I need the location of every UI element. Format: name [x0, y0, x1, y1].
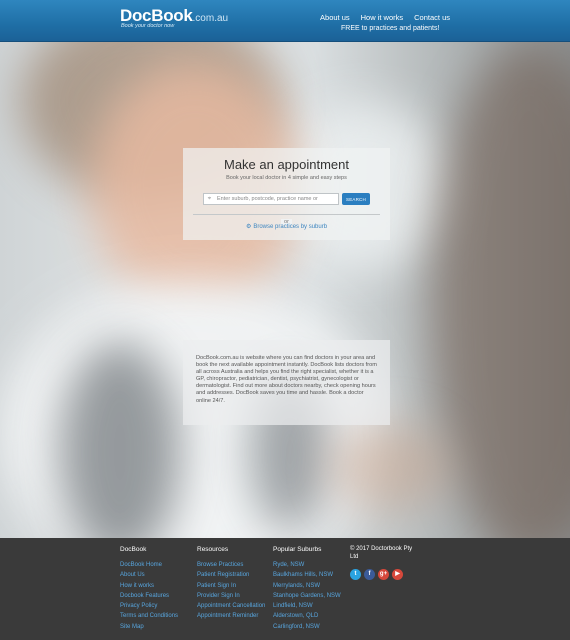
search-button[interactable]: SEARCH [342, 193, 370, 205]
nav-contact-us[interactable]: Contact us [414, 13, 450, 22]
youtube-icon[interactable]: ▶ [392, 569, 403, 580]
footer-link[interactable]: Appointment Cancellation [197, 601, 265, 611]
browse-practices-label: Browse practices by suburb [253, 224, 328, 230]
footer-link[interactable]: Patient Registration [197, 570, 265, 580]
footer-col-title: Resources [197, 546, 229, 553]
about-docbook-text: DocBook.com.au is website where you can … [196, 355, 377, 404]
footer-link[interactable]: About Us [120, 570, 178, 580]
footer-link[interactable]: Baulkhams Hills, NSW [273, 570, 341, 580]
footer-col-popular-suburbs: Popular Suburbs Ryde, NSW Baulkhams Hill… [273, 546, 341, 632]
footer-col-title: Popular Suburbs [273, 546, 322, 553]
footer-link[interactable]: DocBook Home [120, 560, 178, 570]
footer-link[interactable]: Site Map [120, 622, 178, 632]
footer-link[interactable]: Privacy Policy [120, 601, 178, 611]
search-input[interactable] [203, 193, 339, 205]
footer-col-docbook: DocBook DocBook Home About Us How it wor… [120, 546, 178, 632]
about-docbook-panel: DocBook.com.au is website where you can … [183, 340, 390, 425]
location-pin-icon: ⌖ [207, 196, 212, 202]
gear-icon: ⚙ [245, 224, 252, 230]
footer-link[interactable]: Docbook Features [120, 591, 178, 601]
logo-tagline: Book your doctor now [121, 23, 175, 29]
footer-link[interactable]: Carlingford, NSW [273, 622, 341, 632]
footer-link[interactable]: Alderstown, QLD [273, 611, 341, 621]
footer-link[interactable]: Provider Sign In [197, 591, 265, 601]
footer-link[interactable]: Stanhope Gardens, NSW [273, 591, 341, 601]
footer-link[interactable]: Lindfield, NSW [273, 601, 341, 611]
nav-about-us[interactable]: About us [320, 13, 350, 22]
logo[interactable]: DocBook.com.au Book your doctor now [120, 6, 229, 29]
site-header: DocBook.com.au Book your doctor now Abou… [0, 0, 570, 42]
twitter-icon[interactable]: t [350, 569, 361, 580]
appointment-title: Make an appointment [223, 157, 350, 172]
footer-link[interactable]: Terms and Conditions [120, 611, 178, 621]
or-divider: or [193, 211, 380, 225]
google-plus-icon[interactable]: g+ [378, 569, 389, 580]
social-links: t f g+ ▶ [350, 569, 422, 580]
footer-link[interactable]: Appointment Reminder [197, 611, 265, 621]
nav-how-it-works[interactable]: How it works [361, 13, 404, 22]
appointment-subtitle: Book your local doctor in 4 simple and e… [226, 175, 347, 181]
site-footer: DocBook DocBook Home About Us How it wor… [0, 538, 570, 640]
footer-link[interactable]: Merrylands, NSW [273, 581, 341, 591]
nav-free-notice: FREE to practices and patients! [341, 25, 440, 32]
footer-col-copyright: © 2017 Doctorbook Pty Ltd t f g+ ▶ [350, 546, 422, 580]
hero-background [0, 42, 570, 538]
footer-link[interactable]: How it works [120, 581, 178, 591]
facebook-icon[interactable]: f [364, 569, 375, 580]
copyright-text: © 2017 Doctorbook Pty Ltd [350, 546, 413, 560]
main-nav: About us How it works Contact us [320, 13, 450, 22]
footer-link[interactable]: Patient Sign In [197, 581, 265, 591]
footer-col-title: DocBook [120, 546, 147, 553]
footer-link[interactable]: Browse Practices [197, 560, 265, 570]
footer-link[interactable]: Ryde, NSW [273, 560, 341, 570]
browse-practices-link[interactable]: ⚙ Browse practices by suburb [183, 223, 390, 230]
search-row: SEARCH [203, 193, 370, 205]
logo-domain: .com.au [192, 13, 229, 24]
appointment-panel: Make an appointment Book your local doct… [183, 148, 390, 240]
footer-col-resources: Resources Browse Practices Patient Regis… [197, 546, 265, 622]
